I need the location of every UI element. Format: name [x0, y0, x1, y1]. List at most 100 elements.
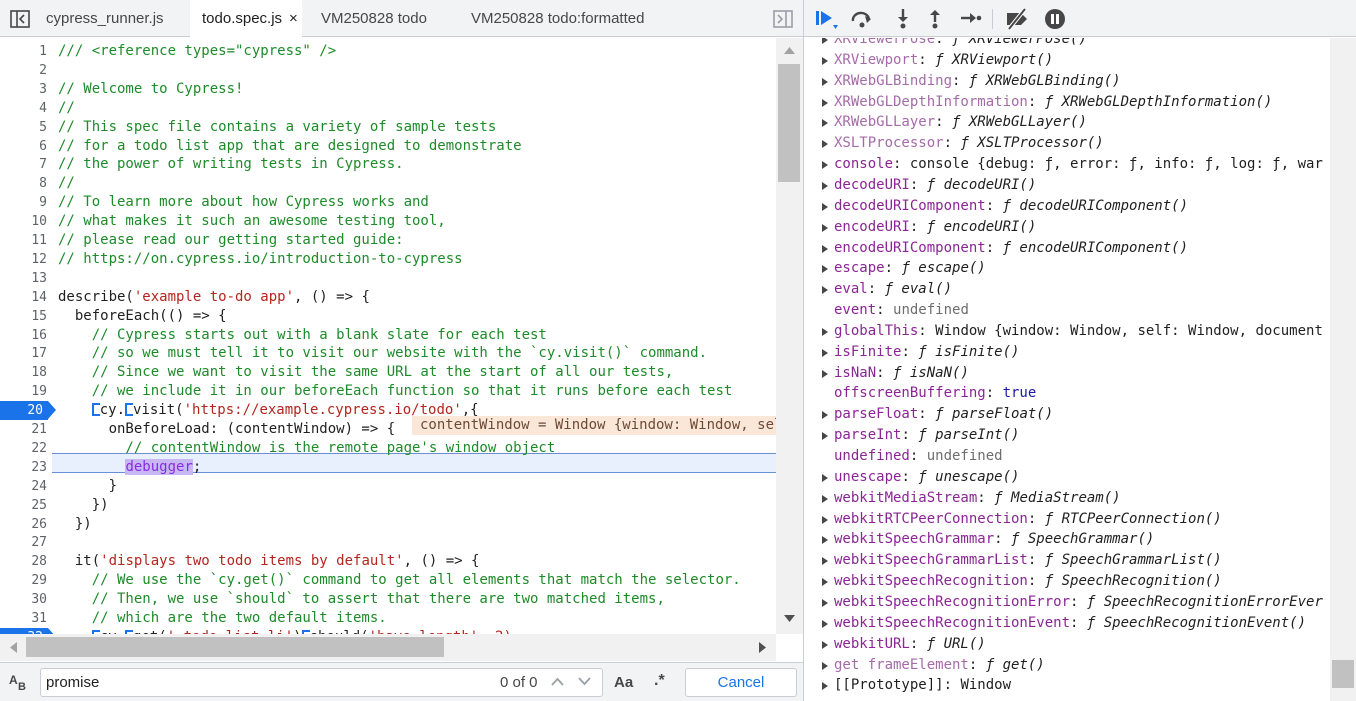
- scope-property-row[interactable]: XRWebGLBinding: ƒ XRWebGLBinding(): [804, 71, 1330, 92]
- line-number[interactable]: 12: [0, 250, 52, 269]
- line-number[interactable]: 16: [0, 326, 52, 345]
- expand-triangle-icon[interactable]: [822, 494, 828, 503]
- line-number[interactable]: 21: [0, 420, 52, 439]
- expand-triangle-icon[interactable]: [822, 578, 828, 587]
- tab-cypress-runner[interactable]: cypress_runner.js: [38, 0, 172, 37]
- close-icon[interactable]: ×: [289, 10, 298, 27]
- line-number[interactable]: 19: [0, 382, 52, 401]
- editor-vertical-scrollbar[interactable]: [776, 38, 803, 634]
- scope-property-row[interactable]: XRWebGLDepthInformation: ƒ XRWebGLDepthI…: [804, 92, 1330, 113]
- line-number[interactable]: 28: [0, 552, 52, 571]
- scope-property-row[interactable]: decodeURI: ƒ decodeURI(): [804, 175, 1330, 196]
- scope-property-row[interactable]: unescape: ƒ unescape(): [804, 467, 1330, 488]
- scope-property-row[interactable]: [[Prototype]]: Window: [804, 675, 1330, 696]
- scope-property-row[interactable]: console: console {debug: ƒ, error: ƒ, in…: [804, 154, 1330, 175]
- expand-triangle-icon[interactable]: [822, 619, 828, 628]
- expand-triangle-icon[interactable]: [822, 473, 828, 482]
- line-number[interactable]: 5: [0, 118, 52, 137]
- next-match-icon[interactable]: [578, 677, 591, 686]
- scope-property-row[interactable]: parseFloat: ƒ parseFloat(): [804, 404, 1330, 425]
- line-number[interactable]: 9: [0, 193, 52, 212]
- scope-property-row[interactable]: XSLTProcessor: ƒ XSLTProcessor(): [804, 133, 1330, 154]
- line-number[interactable]: 7: [0, 155, 52, 174]
- expand-triangle-icon[interactable]: [822, 161, 828, 170]
- scroll-up-icon[interactable]: [784, 46, 795, 54]
- step-out-icon[interactable]: [923, 8, 947, 30]
- inline-breakpoint-marker[interactable]: [91, 403, 100, 417]
- code-editor[interactable]: 1 /// <reference types="cypress" /> 2 3 // W…: [0, 38, 776, 634]
- expand-triangle-icon[interactable]: [822, 557, 828, 566]
- scope-scroll-thumb[interactable]: [1332, 660, 1354, 688]
- collapse-panel-icon[interactable]: [773, 10, 793, 28]
- step-into-icon[interactable]: [891, 8, 915, 30]
- line-number[interactable]: 23: [0, 458, 52, 477]
- line-number[interactable]: 3: [0, 80, 52, 99]
- line-number[interactable]: 11: [0, 231, 52, 250]
- inline-breakpoint-marker[interactable]: [125, 403, 134, 417]
- line-number[interactable]: 22: [0, 439, 52, 458]
- pause-on-exceptions-icon[interactable]: [1043, 8, 1067, 30]
- line-number[interactable]: 4: [0, 99, 52, 118]
- sidebar-toggle-icon[interactable]: [10, 10, 30, 28]
- scope-property-row[interactable]: webkitSpeechGrammar: ƒ SpeechGrammar(): [804, 529, 1330, 550]
- expand-triangle-icon[interactable]: [822, 181, 828, 190]
- scroll-left-icon[interactable]: [9, 642, 17, 653]
- scope-property-row[interactable]: parseInt: ƒ parseInt(): [804, 425, 1330, 446]
- scope-property-row[interactable]: encodeURIComponent: ƒ encodeURIComponent…: [804, 238, 1330, 259]
- scope-property-row[interactable]: webkitRTCPeerConnection: ƒ RTCPeerConnec…: [804, 509, 1330, 530]
- expand-triangle-icon[interactable]: [822, 348, 828, 357]
- scope-property-row[interactable]: isFinite: ƒ isFinite(): [804, 342, 1330, 363]
- scope-property-row[interactable]: webkitSpeechGrammarList: ƒ SpeechGrammar…: [804, 550, 1330, 571]
- line-number[interactable]: 30: [0, 590, 52, 609]
- line-number[interactable]: 27: [0, 533, 52, 552]
- expand-triangle-icon[interactable]: [822, 661, 828, 670]
- scope-property-row[interactable]: webkitSpeechRecognition: ƒ SpeechRecogni…: [804, 571, 1330, 592]
- regex-button[interactable]: .*: [654, 672, 665, 690]
- breakpoint-line-number[interactable]: 20: [0, 401, 56, 421]
- expand-triangle-icon[interactable]: [822, 140, 828, 149]
- scope-property-row[interactable]: globalThis: Window {window: Window, self…: [804, 321, 1330, 342]
- expand-triangle-icon[interactable]: [822, 369, 828, 378]
- editor-vertical-scroll-thumb[interactable]: [778, 64, 800, 182]
- expand-triangle-icon[interactable]: [822, 286, 828, 295]
- line-number[interactable]: 26: [0, 515, 52, 534]
- expand-triangle-icon[interactable]: [822, 536, 828, 545]
- expand-triangle-icon[interactable]: [822, 682, 828, 691]
- scope-property-row[interactable]: isNaN: ƒ isNaN(): [804, 363, 1330, 384]
- scope-property-row[interactable]: get frameElement: ƒ get(): [804, 655, 1330, 676]
- expand-triangle-icon[interactable]: [822, 77, 828, 86]
- scope-scrollbar[interactable]: [1330, 38, 1356, 701]
- scope-property-row[interactable]: XRViewerPose: ƒ XRViewerPose(): [804, 38, 1330, 50]
- scope-property-row[interactable]: webkitSpeechRecognitionEvent: ƒ SpeechRe…: [804, 613, 1330, 634]
- scope-property-row[interactable]: webkitSpeechRecognitionError: ƒ SpeechRe…: [804, 592, 1330, 613]
- scope-property-row[interactable]: eval: ƒ eval(): [804, 279, 1330, 300]
- line-number[interactable]: 17: [0, 344, 52, 363]
- expand-triangle-icon[interactable]: [822, 411, 828, 420]
- line-number[interactable]: 15: [0, 307, 52, 326]
- editor-horizontal-scroll-thumb[interactable]: [26, 637, 444, 657]
- expand-triangle-icon[interactable]: [822, 244, 828, 253]
- expand-triangle-icon[interactable]: [822, 56, 828, 65]
- expand-triangle-icon[interactable]: [822, 327, 828, 336]
- line-number[interactable]: 25: [0, 496, 52, 515]
- step-icon[interactable]: [958, 8, 982, 30]
- scroll-right-icon[interactable]: [759, 642, 767, 653]
- line-number[interactable]: 14: [0, 288, 52, 307]
- expand-triangle-icon[interactable]: [822, 119, 828, 128]
- line-number[interactable]: 10: [0, 212, 52, 231]
- resume-icon[interactable]: [814, 8, 838, 30]
- line-number[interactable]: 6: [0, 137, 52, 156]
- scroll-down-icon[interactable]: [784, 615, 795, 623]
- line-number[interactable]: 2: [0, 61, 52, 80]
- scope-property-row[interactable]: encodeURI: ƒ encodeURI(): [804, 217, 1330, 238]
- line-number[interactable]: 31: [0, 609, 52, 628]
- scope-property-row[interactable]: XRWebGLLayer: ƒ XRWebGLLayer(): [804, 112, 1330, 133]
- line-number[interactable]: 8: [0, 174, 52, 193]
- line-number[interactable]: 29: [0, 571, 52, 590]
- tab-vm-todo-formatted[interactable]: VM250828 todo:formatted: [471, 0, 644, 37]
- step-over-icon[interactable]: [850, 8, 874, 30]
- expand-triangle-icon[interactable]: [822, 202, 828, 211]
- scope-property-row[interactable]: decodeURIComponent: ƒ decodeURIComponent…: [804, 196, 1330, 217]
- line-number[interactable]: 13: [0, 269, 52, 288]
- tab-todo-spec[interactable]: todo.spec.js ×: [190, 0, 302, 38]
